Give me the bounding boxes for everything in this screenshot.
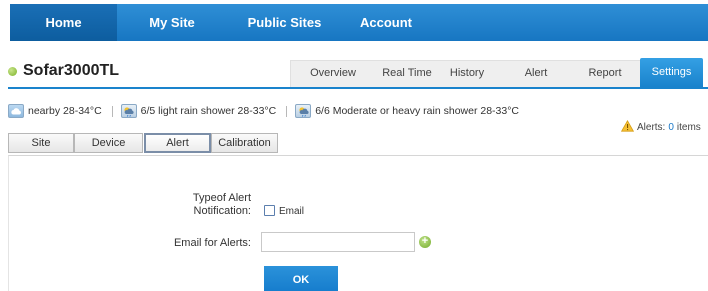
cloud-icon <box>8 104 24 118</box>
add-email-button[interactable]: + <box>419 236 431 248</box>
warning-icon <box>620 119 635 135</box>
ok-button[interactable]: OK <box>264 266 338 291</box>
rain-shower-icon <box>295 104 312 118</box>
site-header: Sofar3000TL <box>8 60 119 82</box>
email-checkbox-label[interactable]: Email <box>279 205 304 218</box>
weather-forecast-day1: 6/5 light rain shower 28-33°C <box>140 105 277 117</box>
alerts-suffix: items <box>676 121 701 133</box>
email-field-label: Email for Alerts: <box>173 237 251 249</box>
nav-item-home[interactable]: Home <box>10 4 117 41</box>
alert-type-label: Typeof Alert Notification: <box>129 192 251 218</box>
subtab-alert[interactable]: Alert <box>144 133 211 153</box>
tab-alert[interactable]: Alert <box>514 60 558 87</box>
tab-underline <box>8 87 708 89</box>
subtab-calibration[interactable]: Calibration <box>211 133 278 153</box>
tab-settings[interactable]: Settings <box>640 58 703 87</box>
top-navigation: Home My Site Public Sites Account <box>0 0 708 44</box>
nav-item-my-site[interactable]: My Site <box>117 4 227 41</box>
weather-divider <box>286 105 288 117</box>
alerts-label: Alerts: <box>637 121 666 133</box>
tab-history[interactable]: History <box>444 60 490 87</box>
alert-type-label-line1: Typeof Alert <box>192 192 251 204</box>
status-dot-icon <box>8 66 17 76</box>
nav-item-public-sites[interactable]: Public Sites <box>227 4 342 41</box>
rain-shower-icon <box>120 104 137 118</box>
subtab-site[interactable]: Site <box>8 133 74 153</box>
alert-type-label-line2: Notification: <box>193 205 251 217</box>
tab-overview[interactable]: Overview <box>296 60 370 87</box>
weather-divider <box>111 105 113 117</box>
alerts-count[interactable]: 0 <box>668 122 674 133</box>
site-title: Sofar3000TL <box>23 62 120 79</box>
site-tabs: Overview Real Time History Alert Report … <box>290 58 708 87</box>
alert-settings-panel: Typeof Alert Notification: Email Email f… <box>8 155 708 291</box>
weather-bar: nearby 28-34°C 6/5 light rain shower 28-… <box>8 103 519 119</box>
tab-real-time[interactable]: Real Time <box>370 60 444 87</box>
email-input[interactable] <box>261 232 415 252</box>
tab-report[interactable]: Report <box>580 60 630 87</box>
subtab-device[interactable]: Device <box>74 133 143 153</box>
weather-forecast-day2: 6/6 Moderate or heavy rain shower 28-33°… <box>315 105 520 117</box>
email-checkbox[interactable] <box>264 205 275 216</box>
weather-current: nearby 28-34°C <box>28 105 102 117</box>
alerts-summary[interactable]: Alerts: 0 items <box>620 119 701 135</box>
nav-item-account[interactable]: Account <box>342 4 430 41</box>
